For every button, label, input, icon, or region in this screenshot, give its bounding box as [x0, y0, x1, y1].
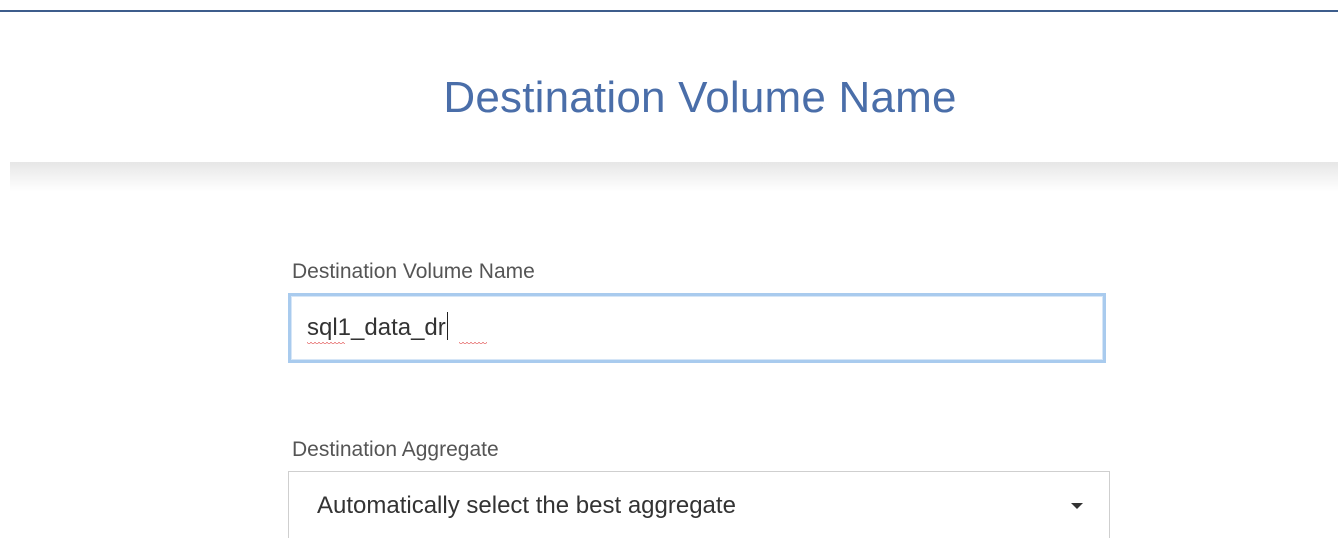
- volume-name-text: sql1_data_dr: [307, 314, 446, 341]
- volume-name-label: Destination Volume Name: [292, 260, 535, 283]
- page: Destination Volume Name Destination Volu…: [0, 0, 1338, 538]
- volume-name-value: sql1_data_dr: [307, 312, 487, 346]
- text-caret: [446, 312, 448, 340]
- aggregate-label: Destination Aggregate: [292, 438, 499, 461]
- spellcheck-underline: [459, 342, 487, 346]
- volume-name-input[interactable]: sql1_data_dr: [288, 293, 1106, 363]
- aggregate-select[interactable]: Automatically select the best aggregate: [288, 471, 1110, 538]
- page-header: Destination Volume Name: [0, 12, 1338, 162]
- spellcheck-underline: [307, 342, 345, 346]
- caret-down-icon[interactable]: [1071, 503, 1083, 509]
- header-shadow: [10, 162, 1338, 192]
- aggregate-selected-value: Automatically select the best aggregate: [317, 492, 736, 519]
- page-title: Destination Volume Name: [443, 73, 957, 122]
